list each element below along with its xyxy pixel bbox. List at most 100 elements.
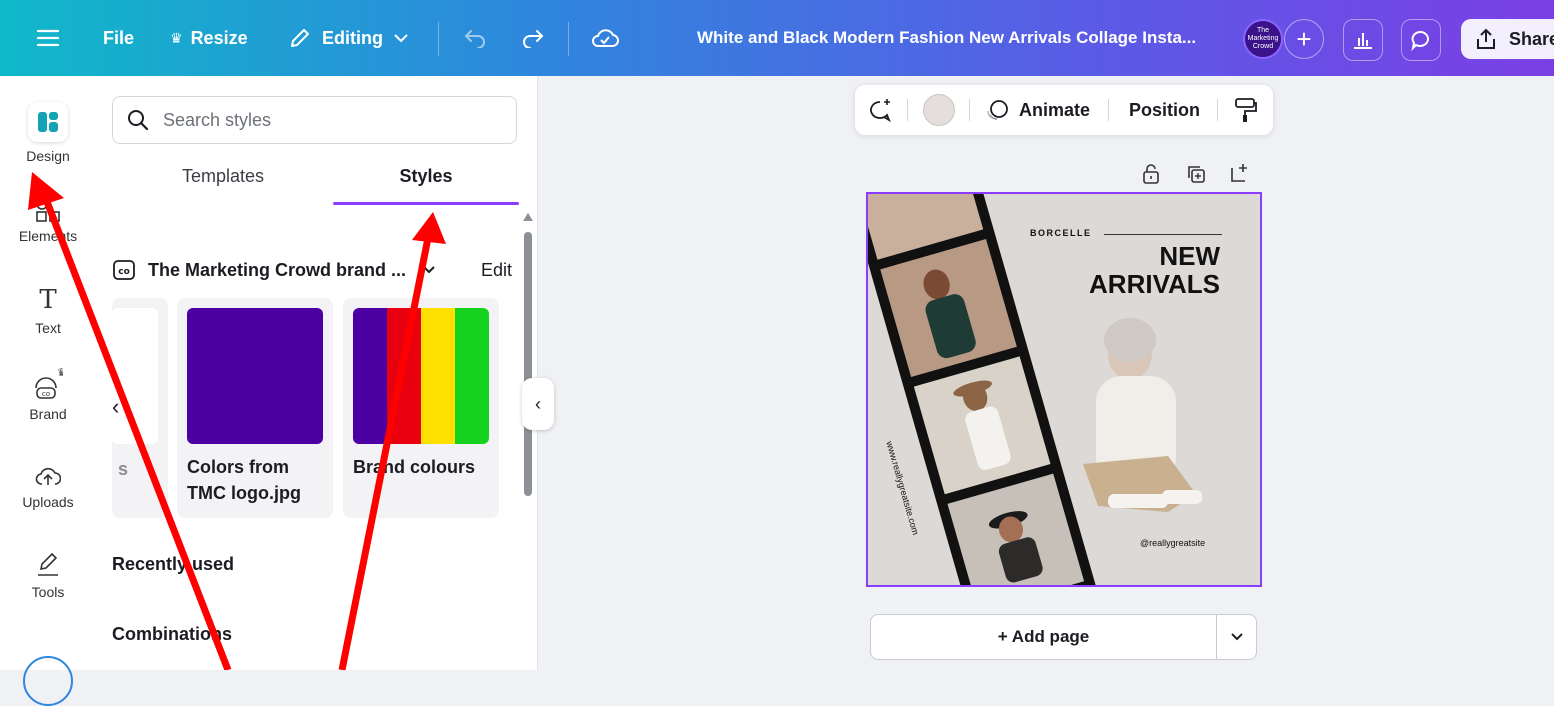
rail-more-button[interactable] (23, 656, 73, 706)
paint-roller-icon[interactable] (1233, 85, 1257, 135)
svg-text:co: co (42, 390, 50, 398)
duplicate-page-icon[interactable] (1186, 164, 1206, 189)
style-swatch (187, 308, 323, 444)
insights-button[interactable] (1343, 19, 1383, 61)
share-button[interactable]: Share (1461, 19, 1554, 59)
chevron-down-icon (1231, 633, 1243, 641)
scrollbar-thumb[interactable] (524, 232, 532, 496)
style-card-label: Brand colours (353, 457, 476, 477)
animate-label: Animate (1019, 99, 1091, 120)
divider (907, 99, 908, 121)
design-icon (28, 102, 68, 142)
animate-button[interactable]: Animate (985, 85, 1090, 135)
search-input[interactable] (161, 108, 495, 132)
context-toolbar: Animate Position (855, 85, 1273, 135)
label-line-1: Colors from (187, 457, 290, 477)
elements-icon (35, 198, 61, 222)
color-swatch (923, 94, 955, 126)
editing-label: Editing (322, 27, 383, 48)
rail-item-text[interactable]: T Text (0, 286, 96, 336)
collapse-panel-button[interactable]: ‹ (522, 378, 554, 430)
rail-item-tools[interactable]: Tools (0, 552, 96, 600)
position-button[interactable]: Position (1129, 85, 1200, 135)
add-page-bar: + Add page (870, 614, 1257, 660)
color-swatch-button[interactable] (923, 85, 955, 135)
chevron-down-icon (423, 266, 435, 274)
style-card-tmc-logo[interactable]: Colors from TMC logo.jpg (177, 298, 333, 518)
section-combinations: Combinations (112, 624, 232, 644)
rail-item-design[interactable]: Design (0, 102, 96, 164)
label-line-2: TMC logo.jpg (187, 483, 301, 503)
chevron-left-icon: ‹ (535, 393, 541, 414)
undo-icon[interactable] (463, 0, 487, 76)
magic-edit-icon[interactable] (867, 85, 893, 135)
avatar[interactable]: The Marketing Crowd (1243, 19, 1283, 59)
redo-icon[interactable] (521, 0, 545, 76)
plus-icon: + (1296, 23, 1312, 54)
document-title[interactable]: White and Black Modern Fashion New Arriv… (697, 0, 1196, 76)
add-page-button[interactable]: + Add page (871, 615, 1216, 659)
tab-styles[interactable]: Styles (333, 166, 519, 187)
search-icon (128, 110, 149, 131)
brand-kit-edit-link[interactable]: Edit (481, 260, 512, 281)
style-card-label: Colors from TMC logo.jpg (187, 454, 301, 506)
scroll-up-arrow[interactable] (523, 213, 533, 221)
design-handle: @reallygreatsite (1140, 538, 1206, 548)
rail-item-elements[interactable]: Elements (0, 198, 96, 244)
style-swatch (353, 308, 489, 444)
brand-kit-selector[interactable]: co The Marketing Crowd brand ... Edit (112, 256, 512, 284)
menu-icon[interactable] (36, 0, 60, 76)
design-headline-1: NEW (1159, 241, 1220, 271)
style-card-partial[interactable]: s (112, 298, 168, 518)
rail-label: Uploads (22, 494, 74, 510)
divider (568, 22, 569, 56)
divider (1217, 99, 1218, 121)
file-menu[interactable]: File (103, 0, 134, 76)
divider (1108, 99, 1109, 121)
share-upload-icon (1477, 28, 1495, 49)
svg-text:co: co (118, 267, 130, 277)
carousel-prev-button[interactable]: ‹ (112, 394, 119, 420)
rail-label: Brand (29, 406, 67, 422)
add-page-icon[interactable] (1229, 162, 1251, 189)
left-rail: Design Elements T Text co ♛ Brand Uploads… (0, 76, 96, 706)
brand-rule (1104, 234, 1222, 235)
lock-icon[interactable] (1141, 163, 1161, 190)
divider (969, 99, 970, 121)
color-stripe (421, 308, 455, 444)
tools-pen-icon (35, 552, 61, 578)
design-brand: BORCELLE (1030, 228, 1092, 238)
section-recently-used: Recently used (112, 554, 235, 574)
crown-icon: ♛ (170, 29, 183, 46)
style-card-brand-colours[interactable]: Brand colours (343, 298, 499, 518)
add-collaborator-button[interactable]: + (1284, 19, 1324, 59)
resize-label: Resize (190, 27, 248, 48)
rail-item-brand[interactable]: co ♛ Brand (0, 366, 96, 422)
rail-label: Design (26, 148, 70, 164)
search-box[interactable] (112, 96, 517, 144)
brand-kit-name: The Marketing Crowd brand ... (148, 259, 407, 280)
resize-button[interactable]: ♛ Resize (170, 0, 248, 76)
divider (438, 22, 439, 56)
color-stripe (353, 308, 387, 444)
rail-label: Tools (31, 584, 65, 600)
styles-panel: Templates Styles co The Marketing Crowd … (96, 76, 538, 670)
animate-icon (987, 100, 1008, 120)
rail-item-uploads[interactable]: Uploads (0, 464, 96, 510)
style-swatch (112, 308, 158, 444)
design-page[interactable]: BORCELLE NEW ARRIVALS www.reallygreatsit… (866, 192, 1262, 587)
design-headline-2: ARRIVALS (1089, 269, 1220, 299)
editing-mode-button[interactable]: Editing (288, 0, 409, 76)
comments-button[interactable] (1401, 19, 1441, 61)
share-label: Share (1509, 28, 1554, 49)
rail-label: Elements (18, 228, 78, 244)
add-page-options-button[interactable] (1217, 615, 1257, 659)
top-bar: File ♛ Resize Editing White and Black Mo… (0, 0, 1554, 76)
chevron-down-icon (394, 34, 408, 43)
cloud-upload-icon (35, 464, 62, 488)
tab-templates[interactable]: Templates (130, 166, 316, 187)
active-tab-indicator (333, 202, 519, 205)
comment-icon (1411, 31, 1429, 51)
cloud-saved-icon[interactable] (591, 0, 619, 76)
svg-text:♛: ♛ (57, 366, 63, 379)
